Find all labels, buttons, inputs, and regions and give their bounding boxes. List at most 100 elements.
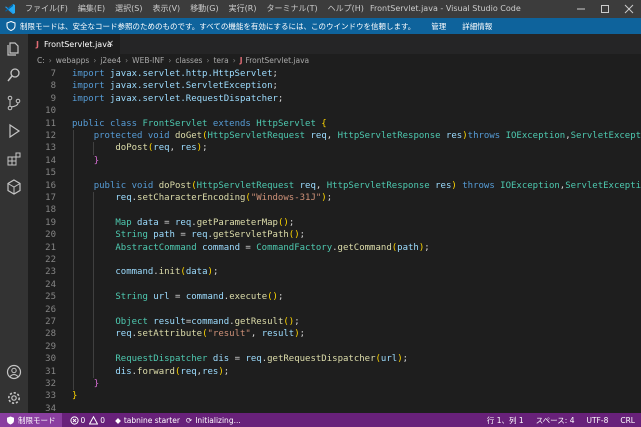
remote-explorer-button[interactable] xyxy=(0,174,28,200)
run-debug-button[interactable] xyxy=(0,118,28,144)
accounts-button[interactable] xyxy=(0,359,28,385)
line-number: 25 xyxy=(45,292,56,303)
error-icon xyxy=(69,415,79,425)
chevron-right-icon: › xyxy=(93,56,97,65)
line-number: 13 xyxy=(45,143,56,154)
code-text: AbstractCommand command = CommandFactory… xyxy=(115,242,430,253)
code-line[interactable]: 7 import javax.servlet.http.HttpServlet; xyxy=(28,68,628,80)
close-window-button[interactable] xyxy=(617,0,641,18)
settings-gear-icon xyxy=(8,392,20,404)
line-number: 30 xyxy=(45,354,56,365)
cursor-position[interactable]: 行 1、列 1 xyxy=(487,415,524,426)
code-line[interactable]: 22 xyxy=(28,254,628,266)
problems-status[interactable]: 0 0 xyxy=(69,415,106,425)
breadcrumb-item[interactable]: classes xyxy=(175,56,202,65)
indent-guide xyxy=(73,130,74,391)
code-line[interactable]: 19 Map data = req.getParameterMap(); xyxy=(28,217,628,229)
close-icon xyxy=(624,4,634,14)
line-number: 32 xyxy=(45,379,56,389)
breadcrumb-item[interactable]: webapps xyxy=(56,56,90,65)
code-line[interactable]: 10 xyxy=(28,105,628,117)
menu-selection[interactable]: 選択(S) xyxy=(110,0,147,18)
code-text: import javax.servlet.ServletException; xyxy=(72,81,278,92)
minimize-button[interactable] xyxy=(569,0,593,18)
line-number: 16 xyxy=(45,180,56,191)
code-line[interactable]: 28 req.setAttribute("result", result); xyxy=(28,328,628,340)
account-icon xyxy=(6,364,22,380)
line-number: 11 xyxy=(45,118,56,129)
end-of-line[interactable]: CRL xyxy=(620,416,635,425)
code-text: public void doPost(HttpServletRequest re… xyxy=(93,180,641,191)
code-line[interactable]: 32 } xyxy=(28,378,628,390)
menu-view[interactable]: 表示(V) xyxy=(147,0,185,18)
line-number: 31 xyxy=(45,366,56,377)
editor-tab-bar: J FrontServlet.java × xyxy=(28,34,641,54)
warning-count: 0 xyxy=(100,415,106,425)
code-line[interactable]: 9 import javax.servlet.RequestDispatcher; xyxy=(28,93,628,105)
chevron-right-icon: › xyxy=(206,56,210,65)
maximize-button[interactable] xyxy=(593,0,617,18)
code-line[interactable]: 27 Object result=command.getResult(); xyxy=(28,316,628,328)
menu-file[interactable]: ファイル(F) xyxy=(20,0,73,18)
code-line[interactable]: 17 req.setCharacterEncoding("Windows-31J… xyxy=(28,192,628,204)
breadcrumb-item[interactable]: j2ee4 xyxy=(100,56,121,65)
editor-tab[interactable]: J FrontServlet.java × xyxy=(28,34,120,54)
indent-guide xyxy=(93,142,94,155)
menu-go[interactable]: 移動(G) xyxy=(185,0,223,18)
menu-edit[interactable]: 編集(E) xyxy=(73,0,110,18)
line-number: 24 xyxy=(45,279,56,290)
extensions-button[interactable] xyxy=(0,146,28,172)
code-line[interactable]: 26 xyxy=(28,304,628,316)
breadcrumb-item[interactable]: tera xyxy=(213,56,228,65)
code-line[interactable]: 21 AbstractCommand command = CommandFact… xyxy=(28,242,628,254)
menu-help[interactable]: ヘルプ(H) xyxy=(323,0,369,18)
code-line[interactable]: 23 command.init(data); xyxy=(28,266,628,278)
line-number: 9 xyxy=(50,93,56,104)
sync-icon: ⟳ xyxy=(185,415,193,425)
code-line[interactable]: 15 xyxy=(28,167,628,179)
code-line[interactable]: 25 String url = command.execute(); xyxy=(28,291,628,303)
minimize-icon xyxy=(577,8,585,10)
code-line[interactable]: 31 dis.forward(req,res); xyxy=(28,366,628,378)
line-number: 19 xyxy=(45,217,56,228)
menu-bar: ファイル(F) 編集(E) 選択(S) 表示(V) 移動(G) 実行(R) ター… xyxy=(20,0,369,18)
code-line[interactable]: 29 xyxy=(28,341,628,353)
code-line[interactable]: 8 import javax.servlet.ServletException; xyxy=(28,80,628,92)
manage-button[interactable] xyxy=(0,385,28,411)
code-line[interactable]: 16 public void doPost(HttpServletRequest… xyxy=(28,180,641,192)
menu-terminal[interactable]: ターミナル(T) xyxy=(261,0,322,18)
code-line[interactable]: 11 public class FrontServlet extends Http… xyxy=(28,118,628,130)
activity-bar xyxy=(0,34,28,413)
code-line[interactable]: 33} xyxy=(28,390,628,402)
restricted-mode-label: 制限モード xyxy=(18,415,56,425)
file-encoding[interactable]: UTF-8 xyxy=(586,416,608,425)
manage-link[interactable]: 管理 xyxy=(431,21,446,32)
line-number: 12 xyxy=(45,131,56,141)
code-line[interactable]: 30 RequestDispatcher dis = req.getReques… xyxy=(28,353,628,365)
tabnine-status[interactable]: ◆ tabnine starter xyxy=(115,416,180,425)
code-line[interactable]: 24 xyxy=(28,279,628,291)
code-line[interactable]: 20 String path = req.getServletPath(); xyxy=(28,229,628,241)
breadcrumb-item[interactable]: FrontServlet.java xyxy=(246,56,310,65)
search-icon xyxy=(7,68,20,82)
source-control-button[interactable] xyxy=(0,90,28,116)
restricted-mode-status[interactable]: 制限モード xyxy=(0,413,62,427)
indentation[interactable]: スペース: 4 xyxy=(536,415,575,426)
code-line[interactable]: 13 doPost(req, res); xyxy=(28,142,628,154)
line-number: 21 xyxy=(45,242,56,253)
tab-close-icon[interactable]: × xyxy=(106,34,114,54)
search-button[interactable] xyxy=(0,62,28,88)
error-count: 0 xyxy=(80,415,86,425)
code-line[interactable]: 12 protected void doGet(HttpServletReque… xyxy=(28,130,641,142)
line-number: 29 xyxy=(45,341,56,352)
breadcrumb-item[interactable]: C: xyxy=(37,56,45,65)
code-line[interactable]: 18 xyxy=(28,204,628,216)
code-text: Object result=command.getResult(); xyxy=(115,317,300,327)
learn-more-link[interactable]: 詳細情報 xyxy=(462,21,492,32)
breadcrumb-item[interactable]: WEB-INF xyxy=(132,56,164,65)
explorer-button[interactable] xyxy=(0,36,28,62)
code-text: String url = command.execute(); xyxy=(115,292,284,303)
code-line[interactable]: 14 } xyxy=(28,155,628,167)
code-editor[interactable]: 7 import javax.servlet.http.HttpServlet; 8… xyxy=(28,67,641,414)
menu-run[interactable]: 実行(R) xyxy=(224,0,262,18)
